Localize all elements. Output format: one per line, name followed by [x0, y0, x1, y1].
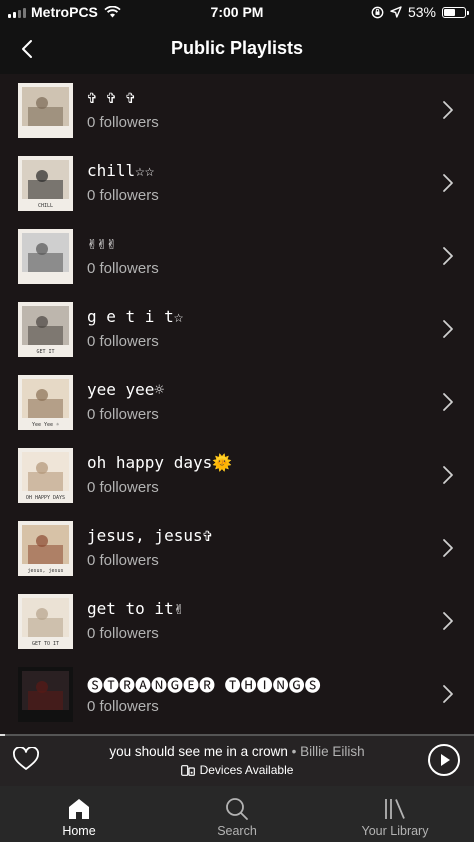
playlist-row[interactable]: 🅢🅣🅡🅐🅝🅖🅔🅡 🅣🅗🅘🅝🅖🅢 0 followers	[0, 658, 474, 731]
battery-level	[444, 8, 455, 16]
playlist-followers: 0 followers	[87, 187, 159, 204]
cover-photo	[22, 452, 69, 491]
orientation-lock-icon	[371, 6, 384, 18]
chevron-right-icon	[443, 101, 453, 119]
playlist-followers: 0 followers	[87, 406, 159, 423]
playlist-cover	[18, 667, 73, 722]
devices-available[interactable]: Devices Available	[0, 763, 474, 777]
tab-home[interactable]: Home	[0, 786, 158, 842]
cover-photo	[22, 379, 69, 418]
chevron-right-icon	[443, 393, 453, 411]
cover-caption: OH HAPPY DAYS	[25, 495, 66, 501]
playlist-cover: jesus, jesus	[18, 521, 73, 576]
playlist-row[interactable]: OH HAPPY DAYS oh happy days🌞 0 followers	[0, 439, 474, 512]
playlist-row[interactable]: ✞ ✞ ✞ 0 followers	[0, 74, 474, 147]
page-title: Public Playlists	[170, 38, 304, 58]
battery-percent: 53%	[407, 4, 436, 20]
track-separator: •	[287, 744, 301, 759]
playlist-name: g e t i t☆	[87, 307, 184, 326]
tab-bar: Home Search Your Library	[0, 786, 474, 842]
chevron-right-icon	[443, 612, 453, 630]
playlist-name: yee yee☼	[87, 380, 165, 399]
play-icon	[441, 754, 450, 766]
cover-photo	[22, 160, 69, 199]
tab-your-library[interactable]: Your Library	[316, 786, 474, 842]
cover-caption: Yee Yee ☼	[31, 422, 60, 428]
tab-search[interactable]: Search	[158, 786, 316, 842]
playlist-cover: Yee Yee ☼	[18, 375, 73, 430]
cover-photo	[22, 87, 69, 126]
cover-caption: GET TO IT	[31, 641, 60, 647]
playlist-name: chill☆☆	[87, 161, 155, 180]
playlist-followers: 0 followers	[87, 698, 159, 715]
playlist-name: ✞ ✞ ✞	[87, 88, 136, 107]
chevron-right-icon	[443, 247, 453, 265]
playlist-cover	[18, 83, 73, 138]
chevron-right-icon	[443, 685, 453, 703]
playlist-followers: 0 followers	[87, 479, 159, 496]
playlist-followers: 0 followers	[87, 260, 159, 277]
playlist-name: get to it✌	[87, 599, 184, 618]
playlist-cover	[18, 229, 73, 284]
devices-label: Devices Available	[199, 763, 294, 777]
cover-caption: jesus, jesus	[27, 568, 64, 574]
playlist-followers: 0 followers	[87, 333, 159, 350]
playlist-row[interactable]: jesus, jesus jesus, jesus✞ 0 followers	[0, 512, 474, 585]
playlist-name: 🅢🅣🅡🅐🅝🅖🅔🅡 🅣🅗🅘🅝🅖🅢	[87, 676, 321, 695]
playlist-cover: CHILL	[18, 156, 73, 211]
cover-photo	[22, 671, 69, 710]
tab-label: Home	[62, 824, 96, 838]
playlist-row[interactable]: GET TO IT get to it✌ 0 followers	[0, 585, 474, 658]
playback-progress-fill	[0, 734, 5, 736]
cover-photo	[22, 306, 69, 345]
status-bar: MetroPCS 7:00 PM 53%	[0, 0, 474, 24]
cover-photo	[22, 525, 69, 564]
playlist-cover: GET IT	[18, 302, 73, 357]
playlist-list: ✞ ✞ ✞ 0 followers CHILL chill☆☆ 0 follow…	[0, 74, 474, 734]
playback-progress	[0, 734, 474, 736]
chevron-right-icon	[443, 174, 453, 192]
devices-icon	[180, 764, 195, 776]
now-playing-title[interactable]: you should see me in a crown • Billie Ei…	[50, 744, 424, 759]
chevron-right-icon	[443, 466, 453, 484]
battery-icon	[442, 6, 469, 18]
now-playing-bar[interactable]: you should see me in a crown • Billie Ei…	[0, 734, 474, 786]
track-name: you should see me in a crown	[109, 744, 288, 759]
cover-photo	[22, 598, 69, 637]
play-button[interactable]	[428, 744, 460, 776]
header: Public Playlists	[0, 24, 474, 74]
playlist-name: jesus, jesus✞	[87, 526, 213, 545]
playlist-name: oh happy days🌞	[87, 453, 233, 472]
artist-name: Billie Eilish	[300, 744, 365, 759]
playlist-followers: 0 followers	[87, 552, 159, 569]
cover-photo	[22, 233, 69, 272]
playlist-cover: OH HAPPY DAYS	[18, 448, 73, 503]
playlist-row[interactable]: ✌✌✌ 0 followers	[0, 220, 474, 293]
home-icon	[69, 799, 89, 819]
library-icon	[385, 799, 405, 819]
playlist-name: ✌✌✌	[87, 234, 116, 253]
playlist-followers: 0 followers	[87, 625, 159, 642]
playlist-cover: GET TO IT	[18, 594, 73, 649]
playlist-row[interactable]: Yee Yee ☼ yee yee☼ 0 followers	[0, 366, 474, 439]
tab-label: Your Library	[361, 824, 429, 838]
playlist-row[interactable]: GET IT g e t i t☆ 0 followers	[0, 293, 474, 366]
chevron-right-icon	[443, 539, 453, 557]
playlist-row[interactable]: CHILL chill☆☆ 0 followers	[0, 147, 474, 220]
tab-label: Search	[217, 824, 257, 838]
location-icon	[390, 6, 402, 18]
chevron-right-icon	[443, 320, 453, 338]
playlist-followers: 0 followers	[87, 114, 159, 131]
cover-caption: CHILL	[37, 203, 54, 209]
search-icon	[226, 798, 248, 820]
cover-caption: GET IT	[36, 349, 55, 355]
